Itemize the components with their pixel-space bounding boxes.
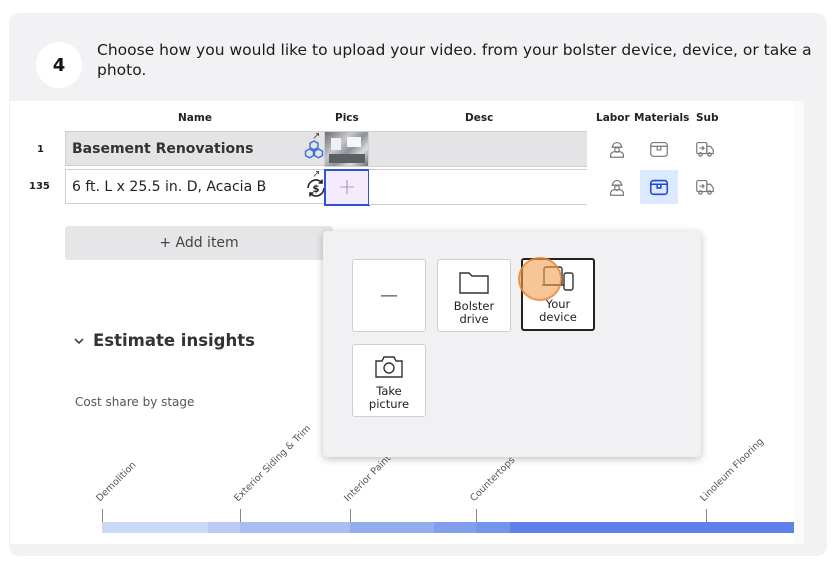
cost-bar-segment[interactable] — [510, 522, 804, 533]
cost-bar-segment[interactable] — [208, 522, 240, 533]
add-picture-button[interactable]: + — [324, 169, 370, 206]
app-screenshot: Name Pics Desc Labor Materials Sub 1 Bas… — [10, 101, 804, 544]
subcontractor-truck-icon[interactable] — [686, 132, 724, 166]
cost-share-label: Cost share by stage — [75, 395, 195, 409]
estimate-insights-toggle[interactable]: Estimate insights — [73, 331, 255, 350]
stage-label: Interior Paint — [342, 452, 394, 504]
upload-options-popup: — Bolster drive Your device Take picture — [323, 231, 701, 457]
stage-label: Demolition — [94, 459, 139, 504]
option-label: picture — [368, 397, 410, 411]
cost-bar-segment[interactable] — [102, 522, 208, 533]
stage-label: Countertops — [468, 454, 518, 504]
row-number: 135 — [29, 181, 50, 192]
stage-label: Linoleum Flooring — [698, 436, 767, 504]
subcontractor-truck-icon[interactable] — [686, 170, 724, 204]
take-picture-option[interactable]: Take picture — [352, 344, 426, 417]
svg-text:$: $ — [313, 184, 320, 195]
empty-upload-slot[interactable]: — — [352, 259, 426, 332]
labor-worker-icon[interactable] — [598, 170, 636, 204]
click-indicator — [518, 257, 562, 301]
column-header-labor: Labor — [596, 112, 630, 124]
description-cell[interactable] — [369, 169, 587, 205]
cost-bar-segment[interactable] — [350, 522, 434, 533]
materials-box-icon[interactable] — [640, 132, 678, 166]
open-external-icon[interactable]: ↗ — [312, 131, 320, 142]
table-row-name-cell[interactable]: 6 ft. L x 25.5 in. D, Acacia B $ — [65, 169, 335, 204]
cost-bar-segment[interactable] — [476, 522, 510, 533]
cost-bar-segment[interactable] — [434, 522, 476, 533]
open-external-icon[interactable]: ↗ — [312, 169, 320, 180]
row-name: 6 ft. L x 25.5 in. D, Acacia B — [72, 178, 267, 195]
chevron-down-icon — [74, 337, 84, 344]
option-label: device — [539, 310, 577, 324]
room-photo-thumbnail[interactable] — [324, 131, 369, 167]
table-row-name-cell[interactable]: Basement Renovations — [65, 131, 335, 166]
insights-title: Estimate insights — [93, 331, 255, 350]
folder-icon — [459, 272, 489, 294]
stage-label: Exterior Siding & Trim — [232, 423, 314, 504]
column-header-pics: Pics — [335, 112, 359, 124]
add-item-button[interactable]: + Add item — [65, 226, 333, 260]
step-number-badge: 4 — [36, 42, 82, 88]
step-instruction: Choose how you would like to upload your… — [97, 41, 812, 79]
tutorial-step-card: 4 Choose how you would like to upload yo… — [9, 13, 827, 556]
column-header-desc: Desc — [465, 112, 494, 124]
column-header-name: Name — [178, 112, 212, 124]
option-label: drive — [459, 312, 489, 326]
column-header-sub: Sub — [696, 112, 719, 124]
scrollbar-track[interactable] — [794, 101, 804, 544]
row-number: 1 — [37, 144, 44, 155]
cost-bar-segment[interactable] — [240, 522, 350, 533]
materials-box-icon[interactable] — [640, 170, 678, 204]
description-cell[interactable] — [369, 131, 587, 167]
column-header-materials: Materials — [634, 112, 690, 124]
bolster-drive-option[interactable]: Bolster drive — [437, 259, 511, 332]
camera-icon — [375, 356, 403, 378]
labor-worker-icon[interactable] — [598, 132, 636, 166]
row-name: Basement Renovations — [72, 140, 254, 157]
